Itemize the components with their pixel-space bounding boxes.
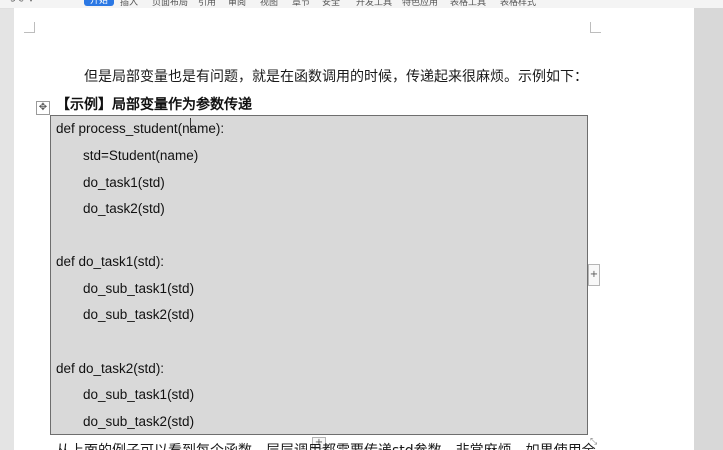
tab-developer[interactable]: 开发工具: [356, 0, 392, 8]
tab-review[interactable]: 审阅: [228, 0, 246, 8]
tab-section[interactable]: 章节: [292, 0, 310, 8]
tab-table-style[interactable]: 表格样式: [500, 0, 536, 8]
code-line[interactable]: do_sub_task2(std): [83, 307, 194, 322]
margin-corner-mark: [590, 22, 601, 33]
table-move-icon[interactable]: ✥: [36, 101, 50, 115]
code-line[interactable]: def do_task2(std):: [56, 361, 164, 376]
tab-page-layout[interactable]: 页面布局: [152, 0, 188, 8]
code-line[interactable]: do_task1(std): [83, 175, 165, 190]
tab-view[interactable]: 视图: [260, 0, 278, 8]
code-line[interactable]: do_sub_task1(std): [83, 387, 194, 402]
code-line[interactable]: do_task2(std): [83, 201, 165, 216]
ribbon-quick-access[interactable]: ⟲ ⟳ ▾: [8, 0, 33, 5]
code-line[interactable]: do_sub_task2(std): [83, 414, 194, 429]
following-paragraph[interactable]: 从上面的例子可以看到每个函数，层层调用都需要传递std参数，非常麻烦，如果使用全: [56, 440, 596, 450]
tab-references[interactable]: 引用: [198, 0, 216, 8]
code-line[interactable]: def process_student(name):: [56, 121, 224, 136]
tab-table-tools[interactable]: 表格工具: [450, 0, 486, 8]
page-margin-area: [694, 8, 723, 450]
tab-features[interactable]: 特色应用: [402, 0, 438, 8]
add-column-button[interactable]: +: [588, 264, 600, 286]
intro-paragraph[interactable]: 但是局部变量也是有问题，就是在函数调用的时候，传递起来很麻烦。示例如下：: [84, 66, 588, 86]
code-line[interactable]: def do_task1(std):: [56, 254, 164, 269]
example-heading[interactable]: 【示例】局部变量作为参数传递: [56, 94, 252, 114]
code-line[interactable]: std=Student(name): [83, 148, 198, 163]
code-line[interactable]: do_sub_task1(std): [83, 281, 194, 296]
text-cursor: [190, 118, 191, 131]
tab-insert[interactable]: 插入: [120, 0, 138, 8]
margin-corner-mark: [24, 22, 35, 33]
tab-home[interactable]: 开始: [84, 0, 115, 6]
tab-security[interactable]: 安全: [322, 0, 340, 8]
